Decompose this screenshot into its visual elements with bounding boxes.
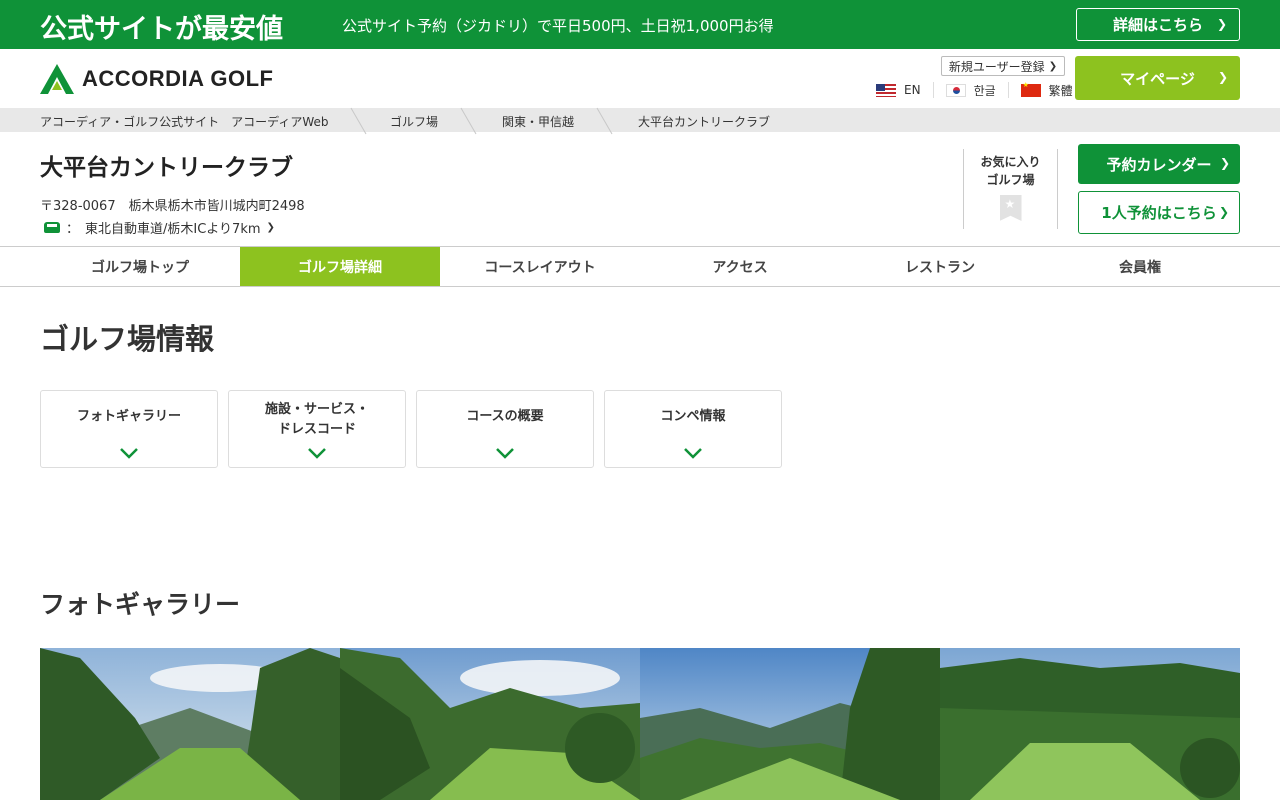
lang-zh[interactable]: 繁體 (1007, 81, 1085, 98)
solo-reservation-button[interactable]: 1人予約はこちら ❯ (1078, 191, 1240, 234)
banner-subtitle: 公式サイト予約（ジカドリ）で平日500円、土日祝1,000円お得 (342, 17, 774, 35)
lang-ko-label: 한글 (973, 83, 996, 98)
promo-banner: 公式サイトが最安値 公式サイト予約（ジカドリ）で平日500円、土日祝1,000円… (0, 0, 1280, 49)
access-text: 東北自動車道/栃木ICより7km (85, 222, 261, 237)
new-user-label: 新規ユーザー登録 (948, 59, 1045, 74)
chevron-right-icon: ❯ (1219, 156, 1230, 170)
tab-restaurant[interactable]: レストラン (840, 247, 1040, 286)
breadcrumb-item-golf[interactable]: ゴルフ場 (390, 113, 438, 130)
kr-flag-icon (945, 83, 966, 97)
gallery-photo-3[interactable] (640, 648, 940, 800)
mypage-label: マイページ (1120, 69, 1195, 88)
breadcrumb: アコーディア・ゴルフ公式サイト アコーディアWeb ゴルフ場 関東・甲信越 大平… (0, 108, 1280, 132)
card-label-line1: 施設・サービス・ (264, 402, 369, 417)
tab-golf-top[interactable]: ゴルフ場トップ (40, 247, 240, 286)
card-label-line2: ドレスコード (277, 422, 356, 437)
reservation-calendar-label: 予約カレンダー (1106, 155, 1212, 174)
lang-en-label: EN (904, 83, 921, 97)
tab-membership[interactable]: 会員権 (1040, 247, 1240, 286)
chevron-right-icon: ❯ (1218, 205, 1229, 219)
card-photo-gallery[interactable]: フォトギャラリー (40, 390, 218, 468)
card-label: コンペ情報 (660, 409, 726, 424)
favorite-course-button[interactable]: お気に入り ゴルフ場 (963, 149, 1058, 229)
tab-course-layout[interactable]: コースレイアウト (440, 247, 640, 286)
breadcrumb-separator (598, 108, 612, 132)
favorite-label-line1: お気に入り (980, 155, 1041, 169)
new-user-register-link[interactable]: 新規ユーザー登録 ❯ (941, 56, 1065, 76)
breadcrumb-item-current: 大平台カントリークラブ (638, 115, 771, 129)
logo-text: ACCORDIA GOLF (82, 66, 274, 91)
chevron-down-icon (496, 448, 514, 459)
gallery-photo-2[interactable] (340, 648, 640, 800)
tab-golf-details[interactable]: ゴルフ場詳細 (240, 247, 440, 286)
banner-details-button[interactable]: 詳細はこちら ❯ (1076, 8, 1240, 41)
breadcrumb-separator (352, 108, 366, 132)
us-flag-icon (876, 83, 896, 97)
chevron-right-icon: ❯ (1048, 60, 1058, 72)
card-facilities-dresscode[interactable]: 施設・サービス・ ドレスコード (228, 390, 406, 468)
gallery-photo-4[interactable] (940, 648, 1240, 800)
course-address: 〒328-0067 栃木県栃木市皆川城内町2498 (40, 199, 305, 214)
access-colon: ： (66, 222, 80, 237)
banner-title: 公式サイトが最安値 (40, 14, 283, 45)
lang-en[interactable]: EN (876, 82, 933, 98)
section-title: ゴルフ場情報 (40, 322, 215, 356)
car-icon (44, 222, 60, 233)
chevron-right-icon: ❯ (1216, 17, 1227, 31)
banner-details-label: 詳細はこちら (1112, 16, 1203, 34)
favorite-label: お気に入り ゴルフ場 (980, 153, 1040, 189)
course-tabs: ゴルフ場トップ ゴルフ場詳細 コースレイアウト アクセス レストラン 会員権 (0, 246, 1280, 287)
gallery-photo-1[interactable] (40, 648, 340, 800)
breadcrumb-separator (462, 108, 476, 132)
chevron-right-icon: ❯ (266, 222, 275, 233)
lang-ko[interactable]: 한글 (932, 82, 1008, 98)
bookmark-star-icon (999, 195, 1022, 221)
lang-zh-label: 繁體 (1048, 83, 1073, 98)
tab-access[interactable]: アクセス (640, 247, 840, 286)
course-title: 大平台カントリークラブ (40, 155, 293, 181)
language-switcher: EN 한글 繁體 (876, 81, 1085, 98)
card-course-overview[interactable]: コースの概要 (416, 390, 594, 468)
chevron-down-icon (120, 448, 138, 459)
reservation-calendar-button[interactable]: 予約カレンダー ❯ (1078, 144, 1240, 184)
breadcrumb-item-home[interactable]: アコーディア・ゴルフ公式サイト アコーディアWeb (40, 113, 328, 130)
chevron-down-icon (684, 448, 702, 459)
accordia-logo[interactable]: ACCORDIA GOLF (40, 64, 273, 94)
gallery-title: フォトギャラリー (40, 590, 241, 619)
mypage-button[interactable]: マイページ ❯ (1075, 56, 1240, 100)
card-competition-info[interactable]: コンペ情報 (604, 390, 782, 468)
cn-flag-icon (1020, 81, 1041, 97)
chevron-right-icon: ❯ (1217, 70, 1228, 84)
card-label: フォトギャラリー (76, 409, 181, 424)
card-label: コースの概要 (466, 409, 544, 424)
chevron-down-icon (308, 448, 326, 459)
solo-reservation-label: 1人予約はこちら (1101, 204, 1217, 222)
favorite-label-line2: ゴルフ場 (986, 173, 1035, 187)
logo-mark-icon (40, 64, 74, 94)
course-access-link[interactable]: ： 東北自動車道/栃木ICより7km ❯ (44, 218, 275, 237)
breadcrumb-item-region[interactable]: 関東・甲信越 (502, 113, 574, 130)
